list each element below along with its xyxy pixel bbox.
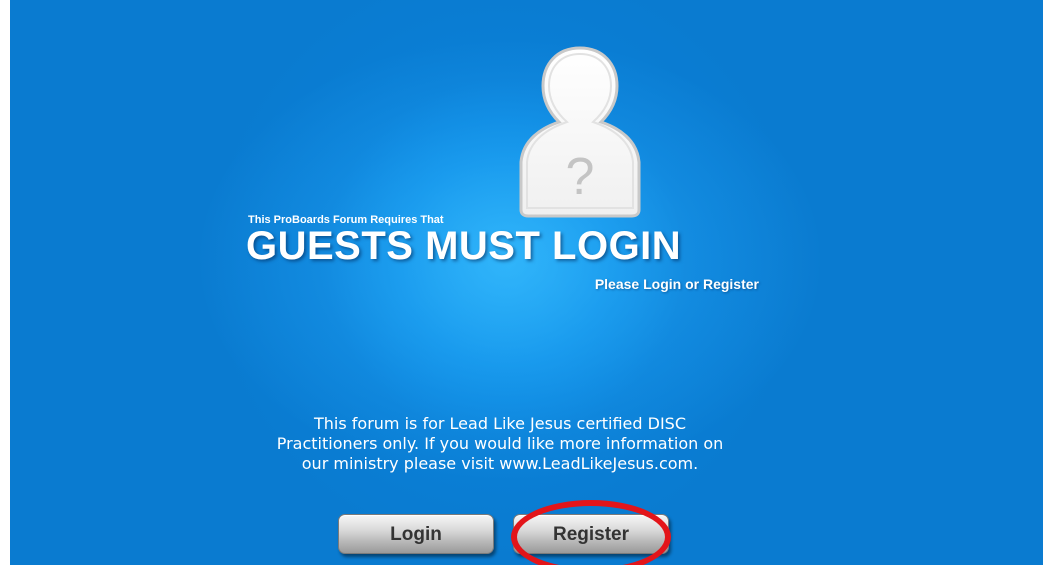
register-button[interactable]: Register: [513, 514, 669, 554]
guest-login-page: ? This ProBoards Forum Requires That GUE…: [0, 0, 1043, 565]
login-required-panel: ? This ProBoards Forum Requires That GUE…: [10, 0, 1043, 565]
post-title: Please Login or Register: [594, 276, 759, 292]
forum-info-text: This forum is for Lead Like Jesus certif…: [225, 414, 775, 474]
page-title: GUESTS MUST LOGIN: [246, 224, 682, 268]
info-line: Practitioners only. If you would like mo…: [276, 434, 724, 453]
question-mark: ?: [566, 148, 595, 206]
info-line: This forum is for Lead Like Jesus certif…: [314, 414, 686, 433]
login-button[interactable]: Login: [338, 514, 494, 554]
guest-user-icon: ?: [519, 46, 641, 218]
info-line: our ministry please visit www.LeadLikeJe…: [301, 454, 699, 473]
